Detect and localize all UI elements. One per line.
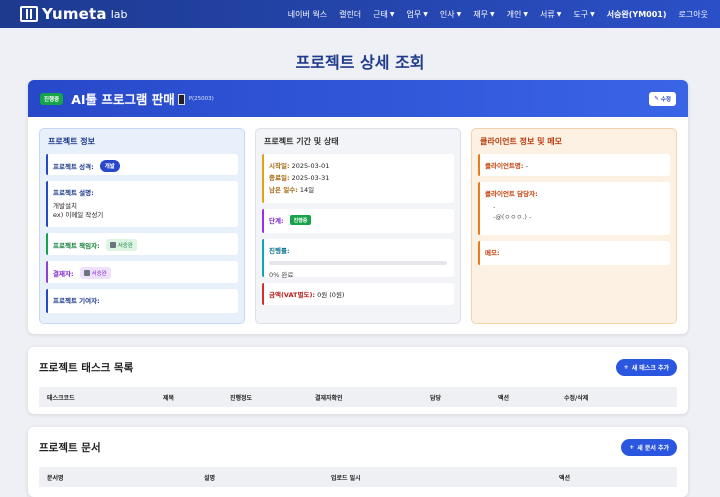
- plus-icon: +: [623, 363, 629, 371]
- logo-sub: lab: [110, 7, 128, 21]
- project-header: 진행중 AI툴 프로그램 판매 P(25003) ✎ 수정: [28, 80, 688, 117]
- chevron-down-icon: ▼: [489, 10, 495, 18]
- edit-icon: ✎: [654, 95, 659, 102]
- column-header: 결재자확인: [315, 394, 343, 402]
- project-description-item: 프로젝트 설명: 개발설치 ex) 이메일 작성기: [46, 181, 238, 227]
- amount-value: 0원 (0원): [317, 291, 345, 299]
- column-header: 문서명: [47, 474, 64, 482]
- start-date: 2025-03-01: [291, 162, 330, 170]
- client-name-value: -: [525, 162, 528, 170]
- section-title: 프로젝트 문서: [39, 441, 101, 454]
- project-manager-item: 프로젝트 책임자: 서승완: [46, 233, 238, 255]
- chevron-down-icon: ▼: [456, 10, 462, 18]
- plus-icon: +: [629, 443, 635, 451]
- approver-item: 결재자: 서승완: [46, 261, 238, 283]
- document-icon: [177, 94, 185, 105]
- end-date: 2025-03-31: [291, 174, 330, 182]
- project-name: AI툴 프로그램 판매: [71, 89, 185, 108]
- chevron-down-icon: ▼: [556, 10, 562, 18]
- contact-email: -@(ㅇㅇㅇ.) -: [493, 213, 532, 221]
- nav-item-calendar[interactable]: 캘린더: [339, 9, 361, 20]
- nav-item-work[interactable]: 업무 ▼: [407, 9, 428, 20]
- nav-item-finance[interactable]: 재무 ▼: [473, 9, 494, 20]
- user-icon: [109, 242, 116, 248]
- column-header: 제목: [163, 394, 175, 402]
- column-header: 담당: [430, 394, 442, 402]
- panel-title: 클라이언트 정보 및 메모: [480, 137, 562, 146]
- status-badge: 진행중: [40, 92, 64, 105]
- approver-chip: 서승완: [79, 267, 111, 279]
- nav-item-hr[interactable]: 인사 ▼: [440, 9, 461, 20]
- project-info-panel: 프로젝트 정보 프로젝트 성격: 개발 프로젝트 설명: 개발설치 ex) 이메일…: [39, 128, 245, 324]
- column-header: 진행정도: [230, 394, 253, 402]
- client-memo-panel: 클라이언트 정보 및 메모 클라이언트명: - 클라이언트 담당자: - -@(…: [471, 128, 677, 324]
- project-type-badge: 개발: [99, 160, 120, 172]
- edit-button[interactable]: ✎ 수정: [649, 91, 676, 106]
- panel-title: 프로젝트 정보: [48, 137, 95, 146]
- chevron-down-icon: ▼: [389, 10, 395, 18]
- nav-user-name[interactable]: 서승완(YM001): [607, 9, 667, 20]
- task-list-section: 프로젝트 태스크 목록 + 새 태스크 추가 태스크코드 제목 진행정도 결재자확…: [28, 347, 688, 414]
- nav-item-personal[interactable]: 개인 ▼: [507, 9, 528, 20]
- progress-bar: [269, 261, 447, 265]
- logo-mark-icon: [20, 6, 38, 22]
- stage-item: 단계: 진행중: [262, 209, 454, 233]
- project-detail-card: 진행중 AI툴 프로그램 판매 P(25003) ✎ 수정 프로젝트 정보 프로젝…: [28, 80, 688, 334]
- client-name-item: 클라이언트명: -: [478, 154, 670, 176]
- memo-item: 메모:: [478, 241, 670, 265]
- column-header: 업로드 일시: [331, 474, 361, 482]
- column-header: 수정/삭제: [564, 394, 589, 402]
- document-table-header: 문서명 설명 업로드 일시 액션: [39, 467, 677, 487]
- logo-main: Yumeta: [42, 5, 107, 23]
- section-title: 프로젝트 태스크 목록: [39, 361, 134, 374]
- contributor-item: 프로젝트 기여자:: [46, 289, 238, 313]
- add-task-button[interactable]: + 새 태스크 추가: [615, 358, 677, 376]
- remaining-days: 14일: [299, 186, 315, 194]
- progress-item: 진행률: 0% 완료: [262, 239, 454, 279]
- manager-chip: 서승완: [105, 239, 137, 251]
- client-contact-item: 클라이언트 담당자: - -@(ㅇㅇㅇ.) -: [478, 182, 670, 235]
- project-type-item: 프로젝트 성격: 개발: [46, 154, 238, 175]
- nav-item-naver-works[interactable]: 네이버 웍스: [288, 9, 327, 20]
- nav-item-tools[interactable]: 도구 ▼: [573, 9, 594, 20]
- stage-badge: 진행중: [289, 215, 312, 225]
- panel-title: 프로젝트 기간 및 상태: [264, 137, 339, 146]
- period-status-panel: 프로젝트 기간 및 상태 시작일: 2025-03-01 종료일: 2025-0…: [255, 128, 461, 324]
- add-document-button[interactable]: + 새 문서 추가: [621, 438, 677, 456]
- logo[interactable]: Yumeta lab: [20, 5, 128, 23]
- period-item: 시작일: 2025-03-01 종료일: 2025-03-31 남은 일수: 1…: [262, 154, 454, 203]
- nav-item-attendance[interactable]: 근태 ▼: [373, 9, 394, 20]
- project-code: P(25003): [188, 95, 214, 102]
- chevron-down-icon: ▼: [423, 10, 428, 18]
- column-header: 액션: [559, 474, 571, 482]
- chevron-down-icon: ▼: [590, 10, 595, 18]
- column-header: 액션: [498, 394, 510, 402]
- column-header: 태스크코드: [47, 394, 75, 402]
- top-navbar: Yumeta lab 네이버 웍스 캘린더 근태 ▼ 업무 ▼ 인사 ▼ 재무 ▼ 개인 ▼…: [0, 0, 720, 28]
- logout-link[interactable]: 로그아웃: [679, 9, 708, 20]
- progress-text: 0% 완료: [269, 271, 294, 279]
- chevron-down-icon: ▼: [523, 10, 528, 18]
- column-header: 설명: [204, 474, 216, 482]
- page-title: 프로젝트 상세 조회: [295, 53, 425, 72]
- task-table-header: 태스크코드 제목 진행정도 결재자확인 담당 액션 수정/삭제: [39, 387, 677, 407]
- contact-name: -: [493, 203, 496, 211]
- nav-item-documents[interactable]: 서류 ▼: [540, 9, 561, 20]
- nav-menu: 네이버 웍스 캘린더 근태 ▼ 업무 ▼ 인사 ▼ 재무 ▼ 개인 ▼ 서류 ▼ 도구 ▼ 서…: [288, 9, 708, 20]
- documents-section: 프로젝트 문서 + 새 문서 추가 문서명 설명 업로드 일시 액션: [28, 427, 688, 497]
- user-icon: [83, 270, 90, 276]
- amount-item: 금액(VAT별도): 0원 (0원): [262, 283, 454, 305]
